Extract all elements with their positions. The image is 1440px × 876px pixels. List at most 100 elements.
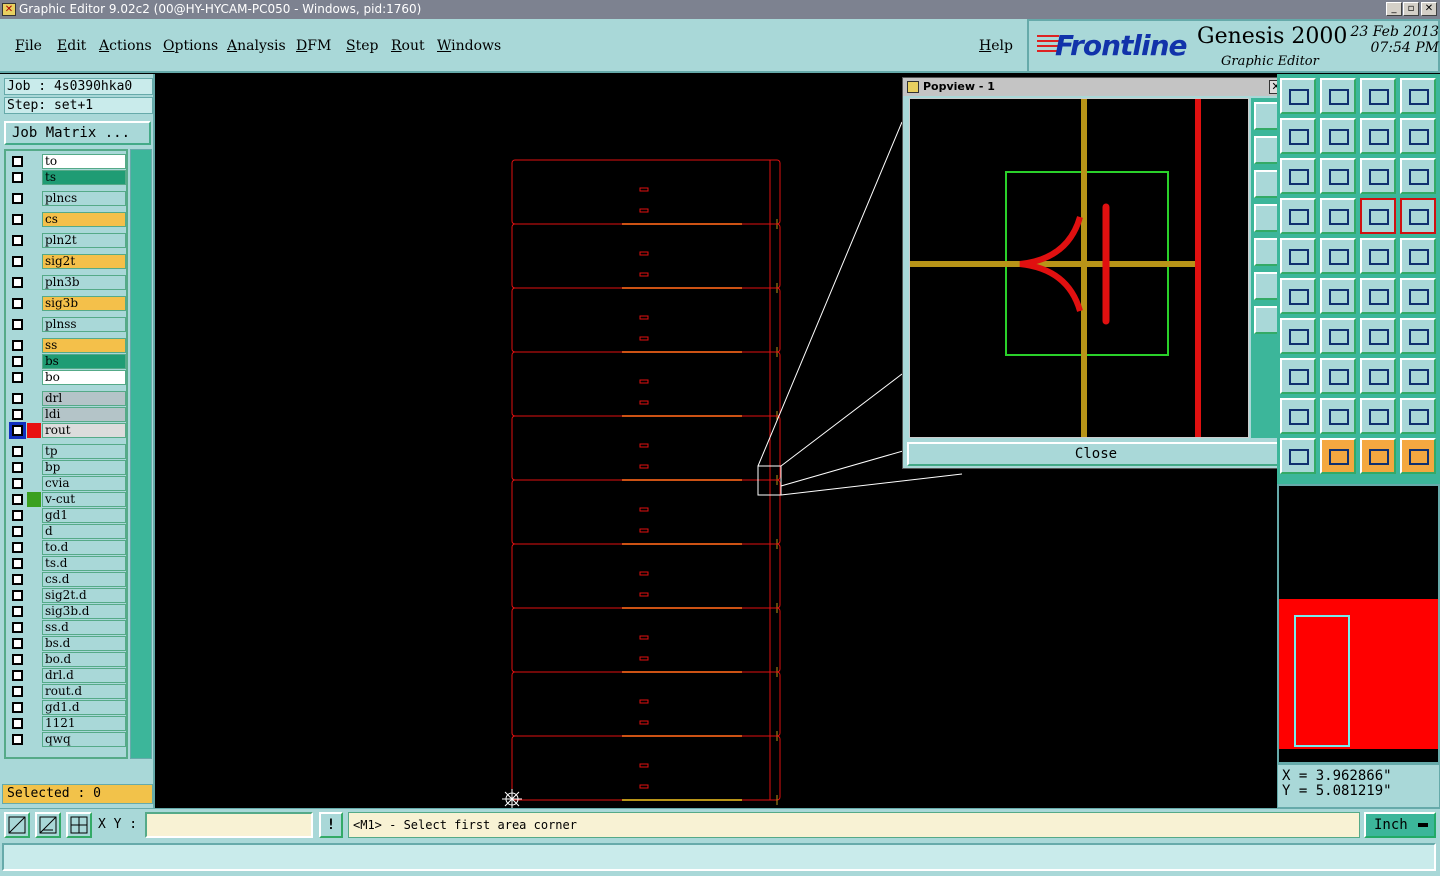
select-orange3-icon[interactable]	[1400, 438, 1436, 474]
layer-name[interactable]: bs	[42, 354, 126, 369]
rotate-icon[interactable]	[1360, 318, 1396, 354]
layer-checkbox[interactable]	[12, 340, 23, 351]
layer-row-ts.d[interactable]: ts.d	[8, 556, 126, 571]
job-matrix-button[interactable]: Job Matrix ...	[4, 121, 151, 145]
layer-row-sig3b[interactable]: sig3b	[8, 296, 126, 311]
layer-row-pln2t[interactable]: pln2t	[8, 233, 126, 248]
fit-icon[interactable]	[1280, 158, 1316, 194]
layer-row-sig2t.d[interactable]: sig2t.d	[8, 588, 126, 603]
cross-node-icon[interactable]	[1320, 278, 1356, 314]
layer-name[interactable]: ss	[42, 338, 126, 353]
home-icon[interactable]	[1360, 78, 1396, 114]
layer-checkbox[interactable]	[12, 462, 23, 473]
layer-checkbox[interactable]	[12, 356, 23, 367]
layer-row-cs.d[interactable]: cs.d	[8, 572, 126, 587]
arc-node-icon[interactable]	[1360, 278, 1396, 314]
popview-close-button[interactable]: Close	[907, 442, 1285, 466]
slope-icon[interactable]	[1320, 318, 1356, 354]
layer-checkbox[interactable]	[12, 494, 23, 505]
circle-icon[interactable]	[1400, 238, 1436, 274]
layer-name[interactable]: ss.d	[42, 620, 126, 635]
layer-checkbox[interactable]	[12, 409, 23, 420]
layer-name[interactable]: ts	[42, 170, 126, 185]
layer-row-bs.d[interactable]: bs.d	[8, 636, 126, 651]
layer-checkbox[interactable]	[12, 590, 23, 601]
import-icon[interactable]	[1320, 118, 1356, 154]
triangle3-icon[interactable]	[1360, 398, 1396, 434]
pad-icon[interactable]	[1280, 238, 1316, 274]
segment-node-icon[interactable]	[1400, 278, 1436, 314]
close-window-button[interactable]: ✕	[1421, 2, 1437, 16]
layer-checkbox[interactable]	[12, 319, 23, 330]
split-view-icon[interactable]	[1400, 78, 1436, 114]
units-select[interactable]: Inch	[1364, 812, 1436, 838]
angle-icon[interactable]	[1280, 318, 1316, 354]
layer-row-qwq[interactable]: qwq	[8, 732, 126, 747]
snap-icon[interactable]	[4, 812, 30, 838]
layer-checkbox[interactable]	[12, 298, 23, 309]
layer-checkbox[interactable]	[12, 172, 23, 183]
route-icon[interactable]	[1400, 118, 1436, 154]
layer-checkbox[interactable]	[9, 422, 26, 439]
layer-checkbox[interactable]	[12, 446, 23, 457]
shapes-icon[interactable]	[1400, 358, 1436, 394]
layer-name[interactable]: plncs	[42, 191, 126, 206]
grid-icon[interactable]	[66, 812, 92, 838]
layer-row-drl[interactable]: drl	[8, 391, 126, 406]
layer-checkbox[interactable]	[12, 622, 23, 633]
layer-row-plncs[interactable]: plncs	[8, 191, 126, 206]
layer-name[interactable]: qwq	[42, 732, 126, 747]
layer-row-plnss[interactable]: plnss	[8, 317, 126, 332]
swap-icon[interactable]	[1360, 118, 1396, 154]
layer-name[interactable]: sig3b	[42, 296, 126, 311]
layers-red2-icon[interactable]	[1400, 198, 1436, 234]
layer-name[interactable]: drl	[42, 391, 126, 406]
layer-name[interactable]: bs.d	[42, 636, 126, 651]
layer-name[interactable]: to	[42, 154, 126, 169]
menu-rout[interactable]: Rout	[391, 38, 425, 54]
layer-row-cvia[interactable]: cvia	[8, 476, 126, 491]
scale-1-2-icon[interactable]	[1360, 158, 1396, 194]
layer-name[interactable]: sig2t	[42, 254, 126, 269]
center-icon[interactable]	[1320, 158, 1356, 194]
settings-icon[interactable]	[1280, 198, 1316, 234]
layer-name[interactable]: rout	[42, 423, 126, 438]
triangle-icon[interactable]	[1280, 398, 1316, 434]
layer-checkbox[interactable]	[12, 542, 23, 553]
layer-name[interactable]: bp	[42, 460, 126, 475]
layer-checkbox[interactable]	[12, 574, 23, 585]
layer-row-to[interactable]: to	[8, 154, 126, 169]
window-icon[interactable]	[1280, 118, 1316, 154]
layer-name[interactable]: tp	[42, 444, 126, 459]
select-orange2-icon[interactable]	[1360, 438, 1396, 474]
layer-name[interactable]: cs.d	[42, 572, 126, 587]
layer-name[interactable]: ldi	[42, 407, 126, 422]
measure-icon[interactable]	[35, 812, 61, 838]
layer-checkbox[interactable]	[12, 702, 23, 713]
ruler-icon[interactable]	[1360, 238, 1396, 274]
layer-checkbox[interactable]	[12, 734, 23, 745]
layer-name[interactable]: bo	[42, 370, 126, 385]
layer-name[interactable]: ts.d	[42, 556, 126, 571]
layer-list-scrollbar[interactable]	[130, 149, 152, 759]
layer-name[interactable]: drl.d	[42, 668, 126, 683]
layer-name[interactable]: gd1	[42, 508, 126, 523]
line-red-icon[interactable]	[1320, 238, 1356, 274]
layer-name[interactable]: sig2t.d	[42, 588, 126, 603]
pin-icon[interactable]	[1320, 198, 1356, 234]
layer-row-to.d[interactable]: to.d	[8, 540, 126, 555]
menu-options[interactable]: Options	[163, 38, 218, 54]
layer-row-1121[interactable]: 1121	[8, 716, 126, 731]
layer-name[interactable]: cvia	[42, 476, 126, 491]
snap-node-icon[interactable]	[1280, 278, 1316, 314]
layer-checkbox[interactable]	[12, 393, 23, 404]
layer-row-ss[interactable]: ss	[8, 338, 126, 353]
layer-checkbox[interactable]	[12, 193, 23, 204]
layer-row-ss.d[interactable]: ss.d	[8, 620, 126, 635]
layer-row-gd1[interactable]: gd1	[8, 508, 126, 523]
layer-name[interactable]: rout.d	[42, 684, 126, 699]
layer-checkbox[interactable]	[12, 638, 23, 649]
layer-name[interactable]: bo.d	[42, 652, 126, 667]
layer-checkbox[interactable]	[12, 256, 23, 267]
layer-row-sig2t[interactable]: sig2t	[8, 254, 126, 269]
